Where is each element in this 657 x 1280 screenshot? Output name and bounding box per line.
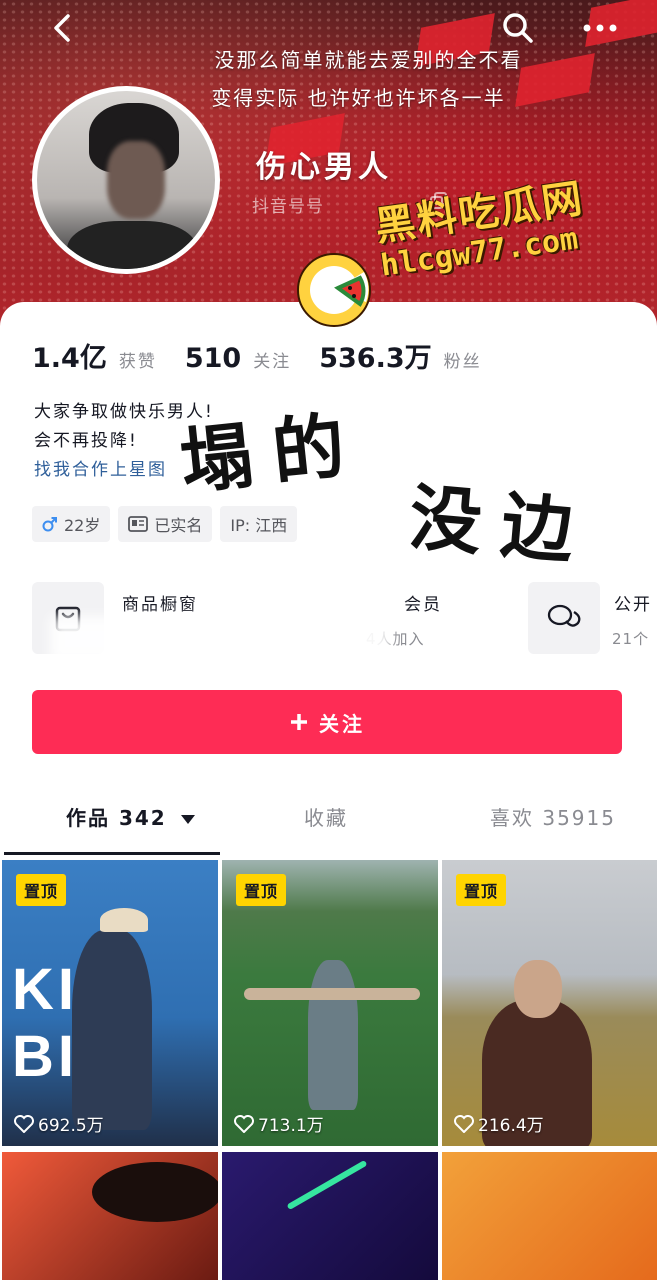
follow-button-label: 关注 — [319, 711, 365, 736]
service-row: 商品橱窗 会员 4人加入 公开 21个 — [0, 578, 657, 662]
likes-count: 1.4亿 — [32, 343, 107, 374]
search-button[interactable] — [498, 8, 538, 48]
stats-row: 1.4亿 获赞 510 关注 536.3万 粉丝 — [32, 336, 510, 375]
more-dots-icon — [583, 24, 617, 32]
overlay-caption: 塌的 — [176, 401, 369, 505]
nickname: 伤心男人 — [256, 150, 392, 185]
video-like-value: 216.4万 — [478, 1116, 544, 1136]
member-group-title[interactable]: 会员 — [404, 590, 442, 615]
video-figure — [308, 960, 358, 1110]
video-tile[interactable]: 置顶 216.4万 — [442, 860, 657, 1146]
video-figure-hat — [100, 908, 148, 932]
profile-card: 1.4亿 获赞 510 关注 536.3万 粉丝 大家争取做快乐男人! 会不再投… — [0, 302, 657, 862]
tab-liked[interactable]: 喜欢 35915 — [490, 802, 616, 831]
video-like-value: 713.1万 — [258, 1116, 324, 1136]
back-button[interactable] — [42, 8, 82, 48]
video-like-value: 692.5万 — [38, 1116, 104, 1136]
video-tile[interactable] — [2, 1152, 218, 1280]
avatar[interactable] — [32, 86, 220, 274]
blur-overlay — [50, 616, 390, 662]
male-icon — [42, 517, 57, 532]
caret-down-icon — [180, 815, 195, 824]
active-tab-indicator — [4, 852, 220, 855]
avatar-face — [107, 141, 165, 219]
age-tag-text: 22岁 — [64, 516, 101, 535]
video-tile[interactable] — [442, 1152, 657, 1280]
age-tag: 22岁 — [32, 506, 111, 542]
more-button[interactable] — [580, 8, 620, 48]
video-tile[interactable]: KILL BILL 置顶 692.5万 — [2, 860, 218, 1146]
profile-tags: 22岁 已实名 IP: 江西 — [32, 506, 298, 542]
video-like-count: 216.4万 — [454, 1111, 544, 1136]
id-card-icon — [128, 516, 149, 532]
plus-icon — [291, 714, 307, 730]
video-figure-head — [514, 960, 562, 1018]
group-chat-entry[interactable] — [528, 582, 600, 654]
heart-icon — [454, 1114, 474, 1133]
tab-works[interactable]: 作品 342 — [66, 802, 196, 831]
followers-count[interactable]: 536.3万 — [319, 336, 431, 375]
video-light-streak — [286, 1159, 368, 1211]
chat-bubbles-icon — [547, 604, 581, 627]
following-count[interactable]: 510 — [185, 343, 241, 374]
back-arrow-icon — [54, 14, 70, 42]
heart-icon — [234, 1114, 254, 1133]
pinned-badge: 置顶 — [456, 874, 507, 906]
video-like-count: 692.5万 — [14, 1111, 104, 1136]
verified-tag-text: 已实名 — [154, 516, 203, 535]
group-chat-count: 21个 — [612, 630, 650, 648]
tab-works-label: 作品 342 — [66, 806, 167, 830]
watermelon-logo-icon — [297, 253, 371, 327]
heart-icon — [14, 1114, 34, 1133]
following-label[interactable]: 关注 — [253, 347, 291, 372]
video-like-count: 713.1万 — [234, 1111, 324, 1136]
follow-button[interactable]: 关注 — [32, 690, 622, 754]
ip-location-tag: IP: 江西 — [220, 506, 298, 542]
likes-label: 获赞 — [118, 352, 157, 372]
verified-tag: 已实名 — [118, 506, 213, 542]
banner-signature-line: 没那么简单就能去爱别的全不看 — [214, 48, 523, 72]
video-tile[interactable]: 置顶 713.1万 — [222, 860, 438, 1146]
shop-window-title[interactable]: 商品橱窗 — [122, 590, 198, 615]
top-bar — [0, 8, 657, 48]
pinned-badge: 置顶 — [16, 874, 67, 906]
content-tabs: 作品 342 收藏 喜欢 35915 — [0, 792, 657, 856]
douyin-id: 抖音号号 — [252, 197, 324, 217]
video-grid: KILL BILL 置顶 692.5万 置顶 713.1万 置顶 — [2, 860, 657, 1280]
video-figure-hat — [92, 1162, 218, 1222]
avatar-body — [67, 221, 197, 269]
video-figure — [72, 930, 152, 1130]
blur-overlay — [200, 578, 400, 618]
tab-favorites[interactable]: 收藏 — [304, 802, 348, 831]
search-icon — [503, 13, 533, 43]
video-figure-arms — [244, 988, 420, 1000]
followers-label[interactable]: 粉丝 — [444, 347, 482, 372]
pinned-badge: 置顶 — [236, 874, 287, 906]
ip-location-text: IP: 江西 — [230, 516, 288, 535]
overlay-caption: 没边 — [406, 475, 597, 575]
group-chat-title[interactable]: 公开 — [614, 590, 652, 615]
video-tile[interactable] — [222, 1152, 438, 1280]
